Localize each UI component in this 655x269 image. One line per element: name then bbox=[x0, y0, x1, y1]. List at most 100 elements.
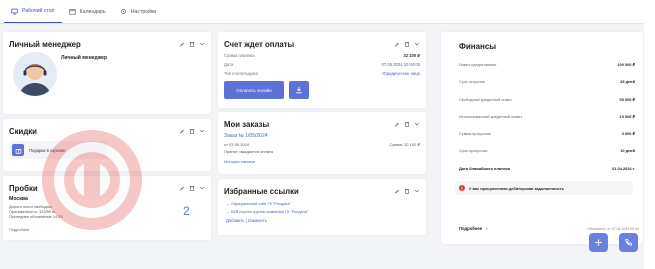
tab-calendar-label: Календарь bbox=[79, 8, 106, 15]
chevron-down-icon[interactable] bbox=[414, 121, 420, 127]
invoice-amount-label: Сумма платежа bbox=[224, 53, 255, 58]
finance-row-label: Сумма просрочки bbox=[459, 131, 491, 136]
finance-row-label: Дата ближайшего платежа bbox=[459, 166, 511, 171]
favorites-card: Избранные ссылки → Официальный сайт ГК "… bbox=[218, 179, 426, 235]
traffic-more-link[interactable]: Подробнее bbox=[9, 227, 29, 232]
chevron-down-icon[interactable] bbox=[199, 185, 205, 191]
traffic-score: 2 bbox=[183, 204, 190, 218]
finance-row-label: Использованный кредитный лимит bbox=[459, 114, 523, 119]
invoice-date-label: Дата bbox=[224, 62, 234, 67]
finance-row-value: 10 дней bbox=[620, 148, 635, 153]
finance-row-value: 3 000 ₽ bbox=[621, 131, 635, 136]
finance-card: Финансы Лимит кредитования 100 000 ₽ Сро… bbox=[441, 32, 643, 244]
favorites-title: Избранные ссылки bbox=[224, 187, 299, 196]
tab-settings-label: Настройки bbox=[130, 8, 157, 15]
finance-updated: Обновлено: от 27.04.2024 09:44 bbox=[587, 227, 639, 231]
edit-icon[interactable] bbox=[179, 185, 185, 191]
discount-item[interactable]: Подарки в корзине bbox=[9, 141, 107, 159]
orders-card-tools bbox=[394, 121, 420, 127]
tab-calendar[interactable]: Календарь bbox=[62, 0, 113, 23]
invoice-payer-label: Тип плательщика bbox=[224, 71, 258, 76]
finance-title: Финансы bbox=[459, 42, 497, 51]
manager-name: Личный менеджер bbox=[61, 55, 108, 61]
traffic-line: Последнее обновление 14:53 bbox=[9, 214, 63, 219]
chevron-down-icon[interactable] bbox=[199, 128, 205, 134]
favorites-actions[interactable]: Добавить | Изменить bbox=[226, 218, 267, 223]
finance-row-label: Лимит кредитования bbox=[459, 62, 497, 67]
traffic-card: Пробки Москва Дороги почти свободны Прот… bbox=[3, 176, 211, 240]
manager-title: Личный менеджер bbox=[9, 40, 81, 49]
discounts-title: Скидки bbox=[9, 127, 37, 136]
traffic-title: Пробки bbox=[9, 184, 38, 193]
finance-more-link[interactable]: Подробнее › bbox=[459, 226, 487, 231]
chevron-down-icon[interactable] bbox=[199, 41, 205, 47]
plus-icon bbox=[595, 239, 602, 246]
trash-icon[interactable] bbox=[189, 41, 195, 47]
finance-alert: ! У вас просроченная дебиторская задолже… bbox=[455, 181, 633, 195]
invoice-amount-value: 32 100 ₽ bbox=[403, 53, 420, 58]
orders-title: Мои заказы bbox=[224, 120, 270, 129]
trash-icon[interactable] bbox=[189, 185, 195, 191]
desktop-page: Рабочий стол Календарь Настройки Личный … bbox=[0, 0, 655, 269]
traffic-card-tools bbox=[179, 185, 205, 191]
trash-icon[interactable] bbox=[404, 41, 410, 47]
alert-icon: ! bbox=[459, 185, 465, 191]
order-link[interactable]: Заказ № 1/05/2024 bbox=[224, 133, 268, 139]
phone-fab-button[interactable] bbox=[619, 233, 638, 252]
avatar bbox=[13, 52, 57, 96]
tab-settings[interactable]: Настройки bbox=[113, 0, 163, 23]
gear-icon bbox=[120, 9, 126, 14]
pay-online-button[interactable]: Оплатить онлайн bbox=[224, 81, 284, 99]
order-status: Принят, ожидается оплата bbox=[224, 149, 273, 154]
finance-row-value: 10 000 ₽ bbox=[619, 114, 635, 119]
favorite-link[interactable]: → Официальный сайт ГК "Росдача" bbox=[226, 201, 291, 206]
calendar-icon bbox=[68, 9, 76, 15]
finance-row-value: 01.04.2024 г. bbox=[612, 166, 635, 171]
edit-icon[interactable] bbox=[394, 41, 400, 47]
invoice-card-tools bbox=[394, 41, 420, 47]
download-icon bbox=[296, 86, 302, 94]
gift-icon bbox=[12, 144, 24, 156]
download-button[interactable] bbox=[289, 81, 309, 99]
trash-icon[interactable] bbox=[189, 128, 195, 134]
trash-icon[interactable] bbox=[404, 121, 410, 127]
chevron-right-icon: › bbox=[486, 226, 488, 231]
favorites-card-tools bbox=[394, 188, 420, 194]
finance-more-label: Подробнее bbox=[459, 226, 483, 231]
favorite-link[interactable]: → B2B портал группы компаний ГК "Росдача… bbox=[226, 209, 308, 214]
trash-icon[interactable] bbox=[404, 188, 410, 194]
manager-card-tools bbox=[179, 41, 205, 47]
invoice-date-value: 07.05.2024 10:04:00 bbox=[381, 62, 420, 67]
finance-row-label: Срок просрочки bbox=[459, 148, 488, 153]
edit-icon[interactable] bbox=[179, 128, 185, 134]
orders-history-link[interactable]: История заказов bbox=[224, 159, 255, 164]
order-date: от 07.05.2024 bbox=[224, 142, 250, 147]
add-fab-button[interactable] bbox=[589, 233, 608, 252]
traffic-city: Москва bbox=[9, 196, 28, 202]
invoice-payer-value: Юридическое лицо bbox=[382, 71, 420, 76]
finance-row-label: Свободный кредитный лимит bbox=[459, 97, 513, 102]
discounts-card: Скидки Подарки в корзине bbox=[3, 119, 211, 171]
chevron-down-icon[interactable] bbox=[414, 188, 420, 194]
phone-icon bbox=[625, 238, 633, 246]
finance-row-label: Срок отсрочки bbox=[459, 79, 485, 84]
discounts-card-tools bbox=[179, 128, 205, 134]
edit-icon[interactable] bbox=[394, 188, 400, 194]
finance-alert-text: У вас просроченная дебиторская задолженн… bbox=[469, 185, 564, 191]
edit-icon[interactable] bbox=[179, 41, 185, 47]
edit-icon[interactable] bbox=[394, 121, 400, 127]
discount-item-label: Подарки в корзине bbox=[29, 147, 66, 153]
tab-desktop-label: Рабочий стол bbox=[22, 8, 55, 14]
finance-row-value: 25 дней bbox=[620, 79, 635, 84]
invoice-card: Счет ждет оплаты Сумма платежа 32 100 ₽ … bbox=[218, 32, 426, 108]
invoice-title: Счет ждет оплаты bbox=[224, 40, 295, 49]
order-sum: Сумма: 32 100 ₽ bbox=[389, 142, 420, 147]
manager-card: Личный менеджер Личный менеджер bbox=[3, 32, 211, 114]
chevron-down-icon[interactable] bbox=[414, 41, 420, 47]
right-edge-panel bbox=[644, 0, 655, 269]
top-tab-bar: Рабочий стол Календарь Настройки bbox=[0, 0, 644, 24]
desktop-icon bbox=[11, 8, 18, 14]
finance-row-value: 50 000 ₽ bbox=[619, 97, 635, 102]
orders-card: Мои заказы Заказ № 1/05/2024 от 07.05.20… bbox=[218, 112, 426, 174]
tab-desktop[interactable]: Рабочий стол bbox=[4, 0, 62, 23]
